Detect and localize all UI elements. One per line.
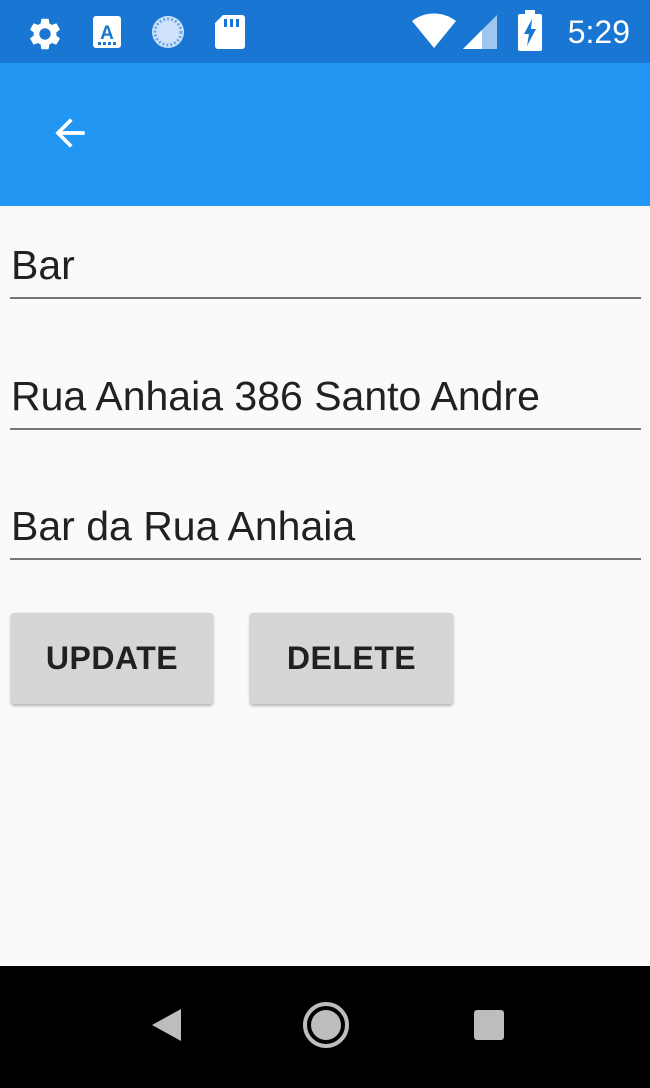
back-button[interactable]	[30, 95, 110, 175]
wifi-icon	[411, 13, 457, 54]
navigation-bar	[0, 966, 650, 1088]
address-field[interactable]	[10, 370, 641, 430]
update-button[interactable]: UPDATE	[11, 613, 213, 704]
app-bar	[0, 63, 650, 206]
sync-icon	[150, 14, 186, 55]
recents-square-icon	[472, 1008, 506, 1047]
svg-text:A: A	[100, 23, 114, 44]
arrow-left-icon	[48, 111, 92, 160]
nav-recents-button[interactable]	[449, 966, 529, 1088]
gear-icon	[26, 15, 64, 58]
nav-back-button[interactable]	[126, 966, 206, 1088]
back-triangle-icon	[149, 1007, 183, 1048]
description-field[interactable]	[10, 500, 641, 560]
home-circle-icon	[301, 1000, 351, 1055]
name-field[interactable]	[10, 239, 641, 299]
text-a-icon: A	[92, 15, 122, 54]
battery-charging-icon	[517, 10, 543, 57]
delete-button[interactable]: DELETE	[250, 613, 453, 704]
nav-home-button[interactable]	[286, 966, 366, 1088]
status-bar: A 5:29	[0, 0, 650, 63]
signal-icon	[462, 14, 498, 55]
status-time: 5:29	[567, 14, 630, 50]
sd-card-icon	[214, 14, 246, 55]
